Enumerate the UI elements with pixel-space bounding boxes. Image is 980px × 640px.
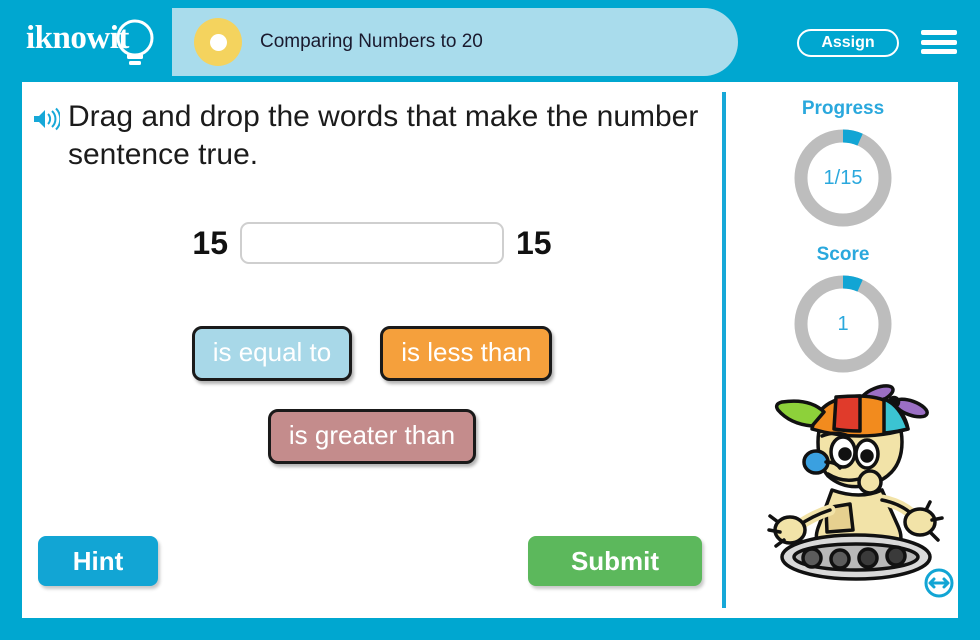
question-text: Drag and drop the words that make the nu… xyxy=(68,100,699,171)
word-tiles-row-2: is greater than xyxy=(22,409,722,464)
menu-bar-1 xyxy=(921,30,957,35)
submit-button[interactable]: Submit xyxy=(528,536,702,586)
word-tile-is-equal-to[interactable]: is equal to xyxy=(191,326,353,381)
word-tile-is-less-than[interactable]: is less than xyxy=(380,326,553,381)
lesson-title: Comparing Numbers to 20 xyxy=(260,31,483,52)
content-card: Drag and drop the words that make the nu… xyxy=(22,82,958,618)
panel-divider xyxy=(722,92,726,608)
lesson-title-pill: Comparing Numbers to 20 xyxy=(172,8,738,76)
question-block: Drag and drop the words that make the nu… xyxy=(30,98,700,173)
hamburger-menu-icon[interactable] xyxy=(921,28,957,56)
speaker-icon[interactable] xyxy=(32,107,60,131)
menu-bar-2 xyxy=(921,39,957,45)
progress-value: 1/15 xyxy=(823,166,863,189)
hint-button[interactable]: Hint xyxy=(38,536,158,586)
progress-label: Progress xyxy=(801,98,885,119)
number-sentence: 15 15 xyxy=(22,222,722,264)
lightbulb-icon xyxy=(116,19,154,65)
app-header: iknowit Comparing Numbers to 20 Assign xyxy=(0,0,980,82)
menu-bar-3 xyxy=(921,49,957,54)
robot-mascot-icon xyxy=(767,384,944,581)
score-value: 1 xyxy=(837,312,849,335)
score-ring: 1 xyxy=(791,272,895,376)
lesson-dot-inner xyxy=(209,33,227,51)
resize-horizontal-icon[interactable] xyxy=(924,568,954,598)
app-window: iknowit Comparing Numbers to 20 Assign D… xyxy=(0,0,980,640)
score-label: Score xyxy=(816,244,870,265)
assign-button[interactable]: Assign xyxy=(797,29,899,57)
score-block: Score 1 xyxy=(728,244,958,376)
progress-ring: 1/15 xyxy=(791,126,895,230)
word-tile-is-greater-than[interactable]: is greater than xyxy=(267,409,477,464)
answer-dropzone[interactable] xyxy=(240,222,504,264)
status-panel: Progress 1/15 Score 1 xyxy=(728,82,958,618)
progress-block: Progress 1/15 xyxy=(728,98,958,230)
lesson-dot-icon xyxy=(194,18,242,66)
iknowit-logo[interactable]: iknowit xyxy=(22,12,172,70)
right-number: 15 xyxy=(516,224,552,261)
left-number: 15 xyxy=(192,224,228,261)
word-tiles-row-1: is equal to is less than xyxy=(22,326,722,381)
